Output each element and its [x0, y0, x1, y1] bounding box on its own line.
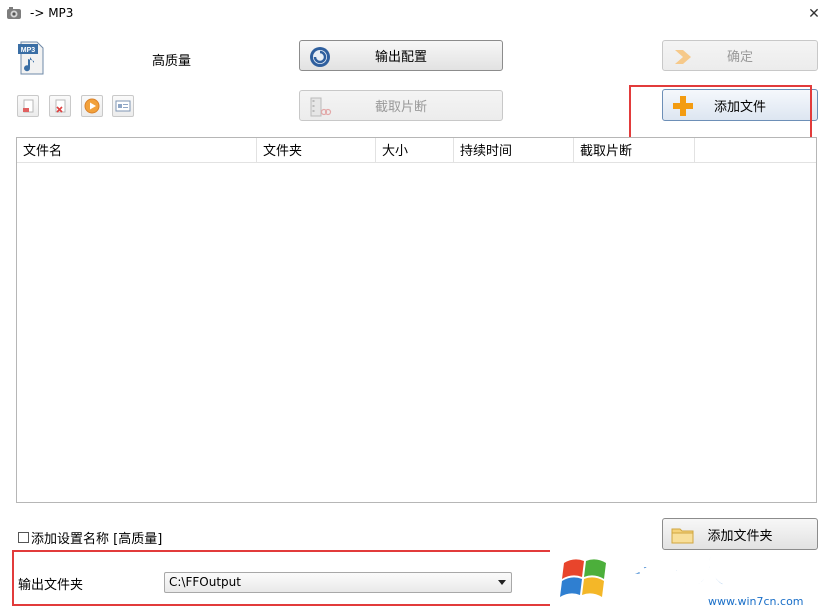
column-header-size[interactable]: 大小	[376, 138, 454, 163]
remove-icon	[23, 99, 34, 113]
window-title: -> MP3	[30, 6, 74, 20]
output-config-button[interactable]: 输出配置	[299, 40, 503, 71]
clear-list-button[interactable]	[49, 95, 71, 117]
column-header-empty	[695, 138, 816, 163]
play-icon	[84, 98, 100, 114]
app-icon	[7, 7, 21, 19]
media-info-button[interactable]	[112, 95, 134, 117]
highlight-box-output-folder	[12, 550, 550, 606]
play-button[interactable]	[81, 95, 103, 117]
watermark-logo: 系统大全 www.win7cn.com	[560, 552, 804, 608]
title-bar	[0, 0, 833, 28]
column-header-filename[interactable]: 文件名	[17, 138, 257, 163]
clip-label: 截取片断	[374, 100, 427, 115]
clip-button[interactable]: 截取片断	[299, 90, 503, 121]
column-header-clip[interactable]: 截取片断	[574, 138, 695, 163]
info-icon	[115, 100, 131, 112]
clear-icon	[55, 99, 66, 113]
remove-item-button[interactable]	[17, 95, 39, 117]
column-header-folder[interactable]: 文件夹	[257, 138, 376, 163]
close-button[interactable]: ✕	[804, 4, 824, 24]
mp3-file-icon: MP3	[18, 41, 44, 75]
watermark-brand: 系统大全	[630, 553, 759, 591]
file-list-table[interactable]: 文件名 文件夹 大小 持续时间 截取片断	[16, 137, 817, 503]
svg-text:MP3: MP3	[21, 47, 36, 54]
confirm-label: 确定	[726, 50, 753, 65]
column-header-duration[interactable]: 持续时间	[454, 138, 574, 163]
add-profile-name-label: 添加设置名称 [高质量]	[31, 532, 163, 547]
profile-label: 高质量	[152, 54, 192, 69]
add-profile-name-option[interactable]: 添加设置名称 [高质量]	[18, 528, 162, 547]
watermark-url: www.win7cn.com	[708, 595, 804, 608]
add-profile-name-checkbox[interactable]	[18, 532, 29, 543]
confirm-button[interactable]: 确定	[662, 40, 818, 71]
output-config-label: 输出配置	[374, 50, 427, 65]
